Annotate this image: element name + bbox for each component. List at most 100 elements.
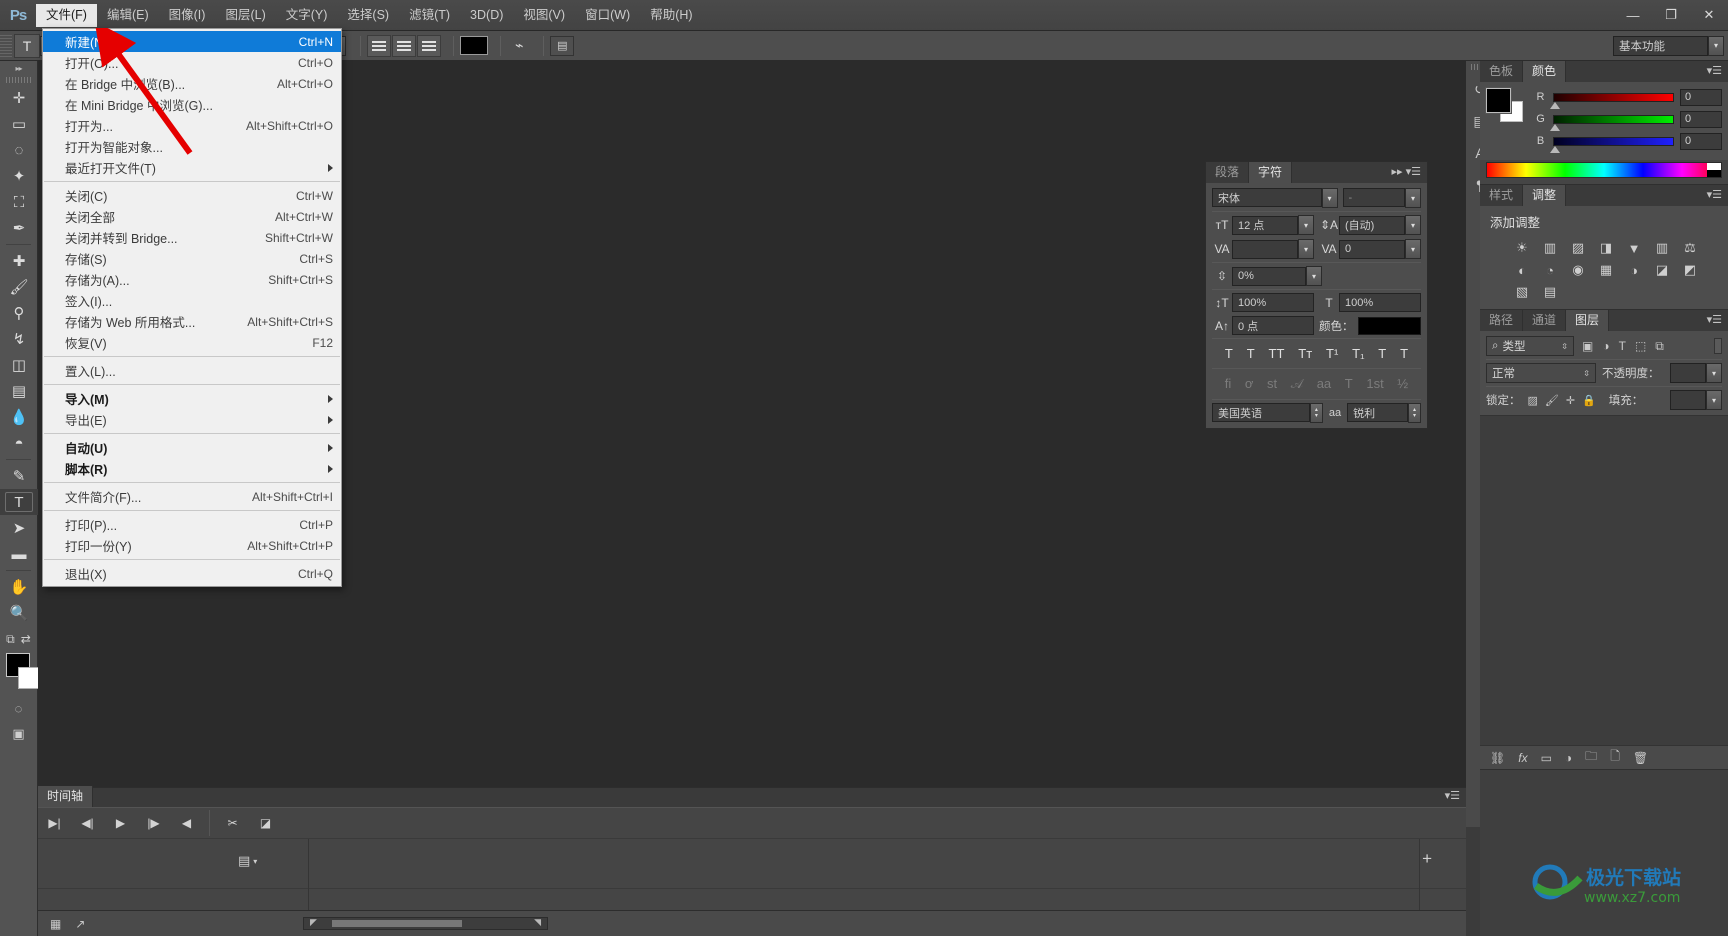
file-menu-item-15[interactable]: 恢复(V) F12 — [43, 332, 341, 353]
lock-position-icon[interactable]: ✛ — [1566, 394, 1575, 407]
background-color-swatch[interactable] — [18, 667, 40, 689]
file-menu-item-20[interactable]: 导出(E) — [43, 409, 341, 430]
menu-7[interactable]: 3D(D) — [460, 4, 513, 27]
font-style-button-2[interactable]: TT — [1269, 346, 1285, 361]
horizontal-scale-input[interactable]: 100% — [1339, 293, 1421, 312]
scale-input[interactable]: 0% — [1232, 266, 1306, 286]
zoom-tool[interactable]: 🔍 — [0, 600, 38, 626]
file-menu-item-12[interactable]: 存储为(A)... Shift+Ctrl+S — [43, 269, 341, 290]
scrollbar-thumb[interactable] — [332, 920, 462, 927]
opacity-dropdown[interactable]: ▾ — [1706, 363, 1722, 383]
vertical-scale-input[interactable]: 100% — [1232, 293, 1314, 312]
layer-filter-icons[interactable]: ▣ ◑ T ⬚ ⧉ — [1582, 339, 1664, 354]
previous-frame-icon[interactable]: ◀| — [71, 807, 104, 839]
pixel-layer-icon[interactable]: ▣ — [1582, 339, 1593, 353]
color-slider-value[interactable]: 0 — [1680, 88, 1722, 106]
audio-icon[interactable]: ◀ — [170, 807, 203, 839]
file-menu-item-30[interactable]: 退出(X) Ctrl+Q — [43, 563, 341, 584]
color-panel-tabs[interactable]: 色板 颜色 ▾☰ — [1480, 61, 1728, 82]
file-menu-item-17[interactable]: 置入(L)... — [43, 360, 341, 381]
panel-menu-icon[interactable]: ▾☰ — [1406, 166, 1421, 178]
screen-mode-icon[interactable]: ▣ — [0, 726, 37, 742]
menu-2[interactable]: 图像(I) — [159, 4, 216, 27]
timeline-track-area[interactable]: ▤ ▾ + — [38, 839, 1466, 889]
hand-tool[interactable]: ✋ — [0, 574, 38, 600]
lock-image-icon[interactable]: 🖌 — [1545, 394, 1559, 407]
color-slider-track[interactable] — [1550, 136, 1674, 153]
opacity-value[interactable] — [1670, 363, 1706, 383]
kerning-dropdown[interactable]: ▾ — [1298, 239, 1314, 259]
file-menu-item-27[interactable]: 打印(P)... Ctrl+P — [43, 514, 341, 535]
lock-all-icon[interactable]: 🔒 — [1582, 394, 1596, 407]
color-slider-track[interactable] — [1550, 92, 1674, 109]
tracking-input[interactable]: 0 — [1339, 239, 1405, 259]
color-panel-foreground-swatch[interactable] — [1485, 87, 1512, 114]
new-group-icon[interactable]: 🗀 — [1585, 747, 1597, 768]
menu-0[interactable]: 文件(F) — [36, 3, 97, 27]
file-menu-item-13[interactable]: 签入(I)... — [43, 290, 341, 311]
new-adjustment-icon[interactable]: ◑ — [1565, 751, 1572, 765]
warp-text-icon[interactable]: ⌁ — [507, 35, 531, 57]
color-slider-G[interactable]: G0 — [1534, 110, 1722, 131]
menu-5[interactable]: 选择(S) — [337, 4, 399, 27]
crop-tool[interactable]: ⛶ — [0, 189, 38, 215]
character-panel-tabs[interactable]: 段落 字符 ▸▸ ▾☰ — [1206, 162, 1427, 183]
tab-时间轴[interactable]: 时间轴 — [38, 786, 94, 807]
dodge-tool[interactable]: ◓ — [0, 430, 38, 456]
file-menu-item-23[interactable]: 脚本(R) — [43, 458, 341, 479]
adjustments-panel-menu-icon[interactable]: ▾☰ — [1707, 185, 1728, 206]
font-style-button-5[interactable]: T — [1345, 376, 1353, 392]
add-mask-icon[interactable]: ▭ — [1541, 751, 1552, 765]
color-spectrum-ramp[interactable] — [1486, 162, 1722, 178]
scissors-icon[interactable]: ✂ — [216, 807, 249, 839]
font-family-dropdown[interactable]: ▾ — [1321, 188, 1338, 208]
toggle-panels-icon[interactable]: ▤ — [550, 35, 575, 56]
tab-颜色[interactable]: 颜色 — [1523, 61, 1567, 82]
marquee-tool[interactable]: ▭ — [0, 111, 38, 137]
tab-通道[interactable]: 通道 — [1523, 310, 1567, 331]
color-slider-B[interactable]: B0 — [1534, 132, 1722, 153]
tab-字符[interactable]: 字符 — [1249, 162, 1293, 183]
chevron-updown-icon[interactable]: ⇳ — [1561, 342, 1568, 351]
current-tool-icon[interactable]: T — [14, 33, 40, 58]
font-style-button-0[interactable]: T — [1225, 346, 1233, 361]
file-menu-popup[interactable]: 新建(N)... Ctrl+N 打开(O)... Ctrl+O 在 Bridge 中浏览… — [42, 28, 342, 587]
file-menu-item-10[interactable]: 关闭并转到 Bridge... Shift+Ctrl+W — [43, 227, 341, 248]
lock-transparent-icon[interactable]: ▨ — [1528, 394, 1538, 407]
scroll-left-icon[interactable]: ◤ — [310, 917, 317, 928]
add-media-button[interactable]: + — [1422, 849, 1432, 869]
color-slider-R[interactable]: R0 — [1534, 88, 1722, 109]
tab-段落[interactable]: 段落 — [1206, 162, 1250, 183]
font-style-input[interactable]: - — [1342, 188, 1405, 207]
delete-layer-icon[interactable]: 🗑 — [1633, 751, 1648, 765]
rectangle-tool[interactable]: ▬ — [0, 541, 38, 567]
font-style-button-0[interactable]: fi — [1225, 376, 1232, 392]
font-style-button-4[interactable]: T¹ — [1326, 346, 1338, 361]
tab-色板[interactable]: 色板 — [1480, 61, 1524, 82]
color-lookup-icon[interactable]: ▦ — [1592, 259, 1620, 281]
film-strip-icon[interactable]: ▤ ▾ — [238, 853, 257, 869]
close-button[interactable]: ✕ — [1690, 0, 1728, 31]
invert-icon[interactable]: ◑ — [1620, 259, 1648, 281]
type-tool[interactable]: T — [0, 489, 38, 515]
character-size-dropdown[interactable]: ▾ — [1298, 215, 1314, 235]
black-white-icon[interactable]: ◐ — [1508, 259, 1536, 281]
hue-saturation-icon[interactable]: ▥ — [1648, 237, 1676, 259]
font-style-button-1[interactable]: T — [1247, 346, 1255, 361]
tool-list[interactable]: ✛ ▭ ◌ ✦ ⛶ ✒ ✚ 🖌 ⚲ ↯ ◫ ▤ 💧 ◓ ✎ T ➤ ▬ ✋ 🔍 — [0, 85, 38, 626]
toolbar-grip[interactable] — [0, 75, 37, 85]
maximize-button[interactable]: ❐ — [1652, 0, 1690, 31]
workspace-dropdown[interactable]: ▾ — [1708, 35, 1724, 56]
file-menu-item-4[interactable]: 打开为... Alt+Shift+Ctrl+O — [43, 115, 341, 136]
brush-tool[interactable]: 🖌 — [0, 274, 38, 300]
grid-view-icon[interactable]: ▦ — [50, 917, 61, 931]
font-style-buttons-row2[interactable]: fi ơ st 𝒜aa T 1st ½ — [1212, 372, 1421, 396]
file-menu-item-8[interactable]: 关闭(C) Ctrl+W — [43, 185, 341, 206]
color-slider-value[interactable]: 0 — [1680, 110, 1722, 128]
tab-图层[interactable]: 图层 — [1566, 310, 1610, 331]
tab-路径[interactable]: 路径 — [1480, 310, 1524, 331]
brightness-contrast-icon[interactable]: ☀ — [1508, 237, 1536, 259]
font-family-input[interactable]: 宋体 — [1212, 188, 1322, 207]
align-right-button[interactable] — [417, 34, 442, 57]
type-layer-icon[interactable]: T — [1619, 339, 1626, 353]
